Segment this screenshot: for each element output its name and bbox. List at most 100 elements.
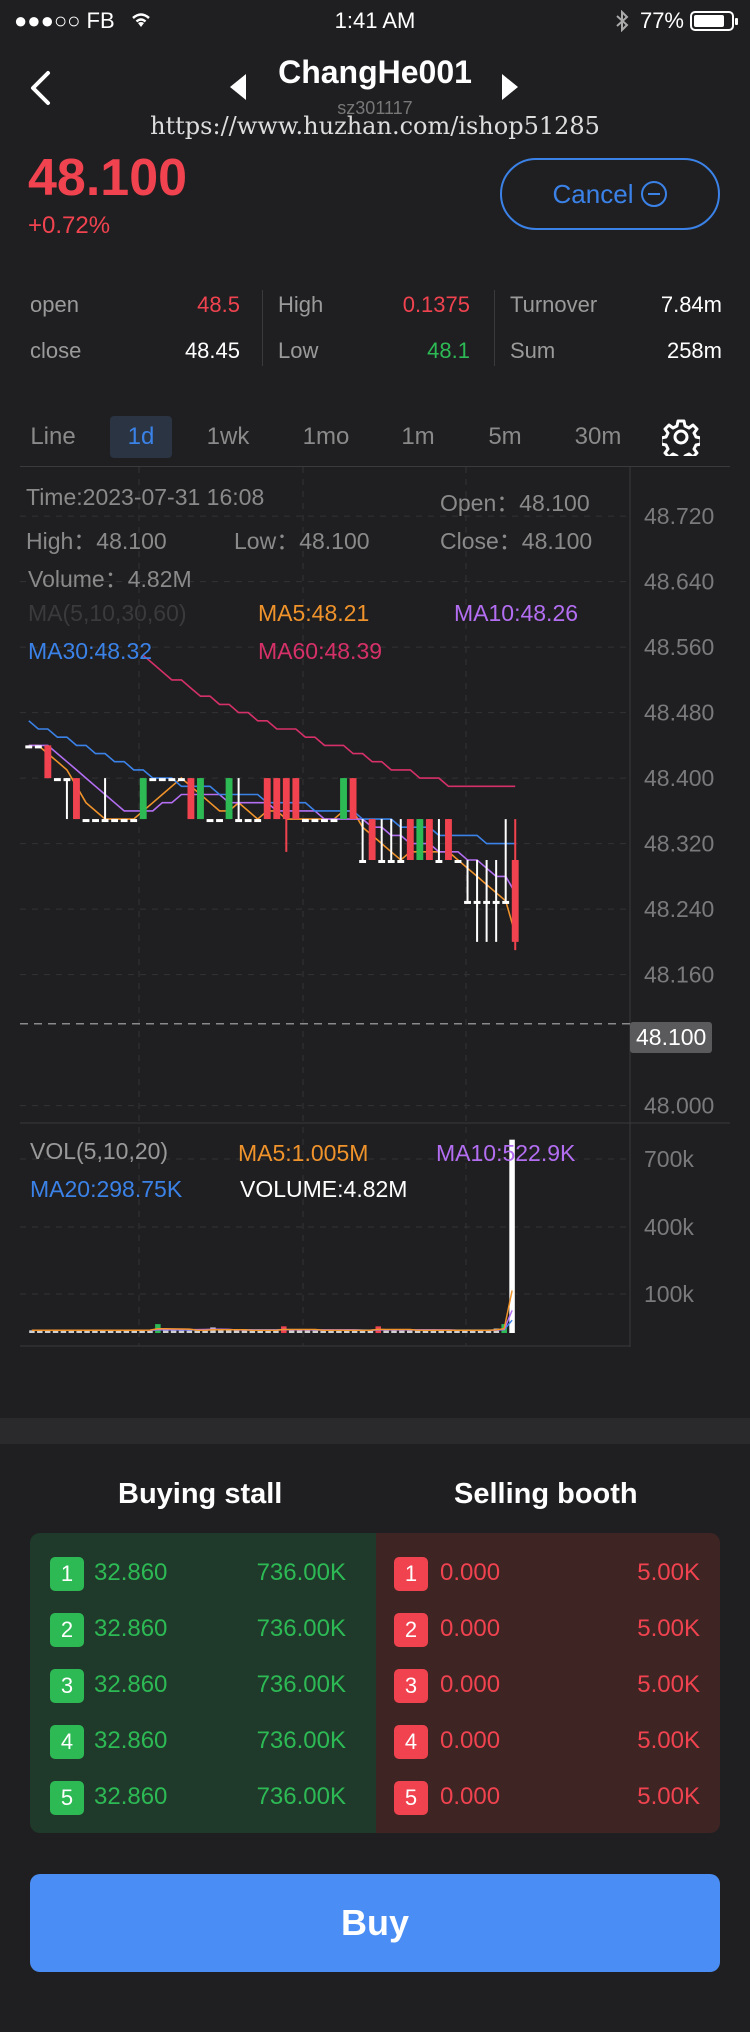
info-low: Low：48.100 [234,528,370,554]
ma-header: MA(5,10,30,60) [28,600,187,626]
vol-volume-legend: VOLUME:4.82M [240,1176,408,1202]
candle-body [263,778,271,820]
bid-size: 736.00K [256,1783,346,1810]
vol-ma5-line [31,1290,513,1332]
candle-body [425,819,433,860]
candle-body [139,778,147,820]
candle-body [321,819,328,823]
section-separator [0,1418,750,1444]
bid-level-badge: 3 [50,1669,84,1703]
ask-size: 5.00K [637,1559,700,1586]
volume-axis-label: 100k [644,1281,694,1307]
candle-body [397,860,405,863]
ma30-legend: MA30:48.32 [28,638,153,664]
candle-body [235,819,243,823]
tab-1wk[interactable]: 1wk [194,416,262,458]
stat-label-sum: Sum [510,338,556,363]
bid-row[interactable]: 3 32.860 736.00K [30,1665,376,1705]
volume-bar [162,1330,169,1333]
candle-body [282,778,290,820]
current-price-tag: 48.100 [630,1022,713,1053]
info-high: High：48.100 [26,528,167,554]
volume-axis-label: 700k [644,1146,694,1172]
ask-price: 0.000 [440,1783,501,1810]
ask-row[interactable]: 3 0.000 5.00K [376,1665,720,1705]
candle-body [368,819,376,860]
volume-bar [170,1330,177,1333]
candle-body [435,860,443,863]
bid-row[interactable]: 2 32.860 736.00K [30,1609,376,1649]
stat-label-turnover: Turnover [510,292,598,317]
tab-line[interactable]: Line [20,416,86,458]
current-price: 48.100 [28,149,188,207]
bid-row[interactable]: 1 32.860 736.00K [30,1553,376,1593]
candle-body [158,778,166,782]
ask-level-badge: 2 [394,1613,428,1647]
ask-row[interactable]: 2 0.000 5.00K [376,1609,720,1649]
price-axis-label: 48.000 [644,1093,714,1119]
ask-price: 0.000 [440,1727,501,1754]
settings-gear-icon[interactable] [662,418,700,456]
buying-stall-title: Buying stall [118,1478,283,1510]
candle-body [502,900,510,904]
bid-level-badge: 2 [50,1613,84,1647]
bid-size: 736.00K [256,1671,346,1698]
tab-1m[interactable]: 1m [392,416,444,458]
ask-panel: 1 0.000 5.00K 2 0.000 5.00K 3 0.000 5.00K 4 0.000 5… [376,1533,720,1833]
candle-body [216,819,223,823]
volume-bar [296,1330,303,1333]
candle-body [25,745,33,749]
bid-panel: 1 32.860 736.00K 2 32.860 736.00K 3 32.860 736.0… [30,1533,376,1833]
candle-body [101,819,109,823]
candle-body [359,860,367,863]
battery-percent: 77% [639,8,684,33]
info-time: Time:2023-07-31 16:08 [26,484,265,510]
selling-booth-title: Selling booth [454,1478,638,1510]
ask-row[interactable]: 5 0.000 5.00K [376,1777,720,1817]
tab-30m[interactable]: 30m [562,416,634,458]
info-volume: Volume：4.82M [28,566,192,592]
candle-body [82,819,90,823]
bid-price: 32.860 [94,1615,168,1642]
stat-label-low: Low [278,338,319,363]
candle-body [34,745,42,749]
stat-value-high: 0.1375 [402,292,470,317]
bid-level-badge: 5 [50,1781,84,1815]
bid-row[interactable]: 5 32.860 736.00K [30,1777,376,1817]
candle-body [225,778,233,820]
bid-level-badge: 4 [50,1725,84,1759]
candle-body [130,819,138,823]
ask-row[interactable]: 1 0.000 5.00K [376,1553,720,1593]
ask-row[interactable]: 4 0.000 5.00K [376,1721,720,1761]
tab-1mo[interactable]: 1mo [290,416,362,458]
vol-ma5-legend: MA5:1.005M [238,1140,369,1166]
ask-level-badge: 1 [394,1557,428,1591]
ask-price: 0.000 [440,1615,501,1642]
price-axis-label: 48.640 [644,569,714,595]
bluetooth-icon [616,9,629,33]
candle-body [44,745,52,779]
price-axis-label: 48.720 [644,503,714,529]
volume-axis-label: 400k [644,1214,694,1240]
candlestick-chart[interactable]: 48.720 48.640 48.560 48.480 48.400 48.320 48.2… [0,467,750,1347]
cancel-button[interactable]: Cancel [500,158,720,230]
buy-button[interactable]: Buy [30,1874,720,1972]
vol-ma20-legend: MA20:298.75K [30,1176,183,1202]
candle-body [292,778,300,820]
candle-body [149,778,157,782]
candle-body [244,819,252,823]
price-axis-label: 48.560 [644,634,714,660]
tab-1d[interactable]: 1d [110,416,172,458]
bid-size: 736.00K [256,1615,346,1642]
candle-body [111,819,119,823]
ask-level-badge: 3 [394,1669,428,1703]
price-axis-label: 48.160 [644,962,714,988]
status-right: 77% [614,8,738,34]
stat-value-open: 48.5 [197,292,240,317]
candle-body [301,819,309,823]
tab-5m[interactable]: 5m [474,416,536,458]
bid-row[interactable]: 4 32.860 736.00K [30,1721,376,1761]
candle-body [378,860,386,863]
status-bar: ●●●○○ FB 1:41 AM 77% [0,0,750,44]
candle-body [387,860,395,863]
